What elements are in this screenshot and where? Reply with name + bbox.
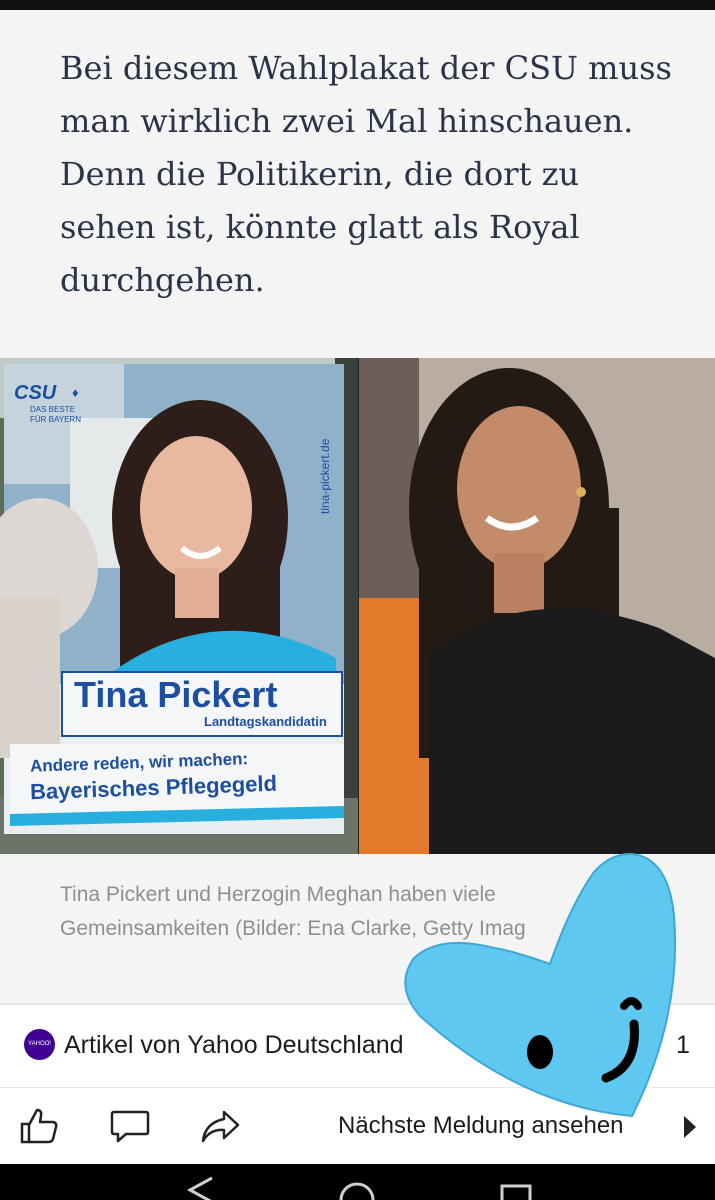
portrait-illustration [359, 358, 715, 854]
home-icon [339, 1182, 375, 1200]
share-icon[interactable] [198, 1104, 242, 1148]
comment-icon[interactable] [108, 1104, 152, 1148]
article-image[interactable]: CSU ♦ DAS BESTE FÜR BAYERN tina-pickert.… [0, 358, 715, 854]
back-icon [186, 1176, 213, 1200]
android-nav-bar [0, 1164, 715, 1200]
campaign-poster-photo: CSU ♦ DAS BESTE FÜR BAYERN tina-pickert.… [0, 358, 358, 854]
chevron-right-icon[interactable] [682, 1114, 698, 1145]
article-paragraph: Bei diesem Wahlplakat der CSU muss man w… [60, 49, 672, 299]
recents-icon [500, 1184, 532, 1200]
poster-name: Tina Pickert [74, 674, 278, 715]
yahoo-logo-icon: YAHOO! [24, 1029, 55, 1060]
poster-role: Landtagskandidatin [204, 714, 327, 729]
thumbs-up-icon[interactable] [16, 1104, 60, 1148]
heart-sticker-icon [404, 852, 677, 1118]
status-bar [0, 0, 715, 10]
poster-slogan-small: DAS BESTE FÜR BAYERN [30, 405, 81, 424]
csu-logo: CSU [14, 382, 57, 404]
source-label[interactable]: Artikel von Yahoo Deutschland [64, 1031, 404, 1060]
lion-icon: ♦ [72, 385, 79, 400]
poster-url: tina-pickert.de [318, 438, 332, 514]
portrait-photo [359, 358, 715, 854]
